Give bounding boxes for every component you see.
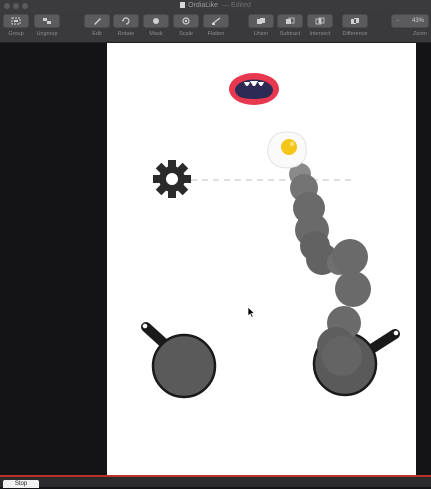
subtract-button[interactable]: Subtract [277,14,303,37]
zoom-value: 43% [411,18,424,24]
flatten-icon [211,17,221,25]
union-button-face [248,14,274,28]
fried-egg-icon[interactable] [267,131,307,169]
subtract-button-face [277,14,303,28]
artboard-scene [141,73,400,399]
flatten-button[interactable]: Flatten [203,14,229,37]
ungroup-button-face [34,14,60,28]
title-bar: OrdiaLike — Edited [0,0,431,12]
edited-status: — Edited [222,2,251,9]
close-window-button[interactable] [4,3,10,9]
group-icon [11,17,21,25]
zoom-out-button[interactable]: − [396,15,400,27]
mouse-pointer-icon [247,306,256,318]
canvas-area[interactable] [0,43,431,475]
minimize-window-button[interactable] [13,3,19,9]
edit-button[interactable]: Edit [84,14,110,37]
difference-button[interactable]: Difference [342,14,368,37]
ungroup-button[interactable]: Ungroup [34,14,60,37]
flatten-label: Flatten [207,31,225,37]
artboard[interactable] [107,43,416,475]
intersect-label: Intersect [309,31,331,37]
zoom-label: Zoom [412,31,427,37]
difference-icon [351,18,359,24]
scale-button[interactable]: Scale [173,14,199,37]
zoom-control[interactable]: − 43% [391,14,429,28]
difference-button-face [342,14,368,28]
bottom-bar: Stop [0,477,431,488]
group-label: Group [8,31,24,37]
union-button[interactable]: Union [248,14,274,37]
edit-label: Edit [92,31,102,37]
intersect-button-face [307,14,333,28]
union-label: Union [253,31,269,37]
rotate-button-face [113,14,139,28]
intersect-button[interactable]: Intersect [307,14,333,37]
group-button[interactable]: Group [3,14,29,37]
rotate-icon [122,17,130,25]
rotate-label: Rotate [117,31,135,37]
app-window: OrdiaLike — Edited Group Ungroup Edit Ro… [0,0,431,488]
scale-button-face [173,14,199,28]
rotate-button[interactable]: Rotate [113,14,139,37]
union-icon [257,18,265,24]
frying-pan-icon[interactable] [141,322,217,399]
scale-icon [182,17,190,25]
mask-button-face [143,14,169,28]
mask-label: Mask [149,31,163,37]
mask-button[interactable]: Mask [143,14,169,37]
open-mouth-icon[interactable] [229,73,279,105]
difference-label: Difference [342,31,368,37]
ungroup-icon [43,18,51,24]
window-title: OrdiaLike [188,2,219,9]
edit-icon [94,18,101,25]
subtract-label: Subtract [279,31,301,37]
group-button-face [3,14,29,28]
edit-button-face [84,14,110,28]
zoom-window-button[interactable] [22,3,28,9]
subtract-icon [286,17,295,24]
ungroup-label: Ungroup [36,31,58,37]
flatten-button-face [203,14,229,28]
gear-icon[interactable] [153,160,191,198]
mask-icon [153,18,159,24]
intersect-icon [315,17,325,25]
document-icon [180,2,186,8]
toolbar: Group Ungroup Edit Rotate Mask Scale Fla… [0,12,431,43]
scale-label: Scale [179,31,193,37]
